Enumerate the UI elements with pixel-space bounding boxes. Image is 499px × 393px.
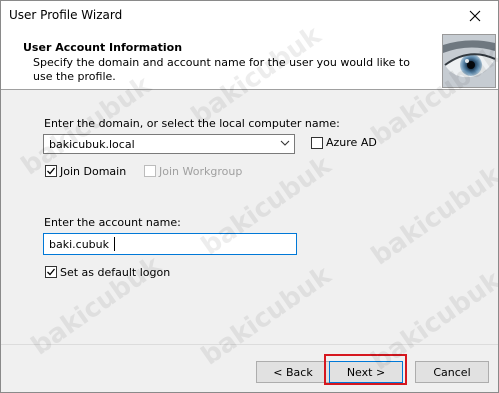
text-caret (114, 237, 115, 251)
next-button-highlight (324, 354, 407, 385)
cancel-button[interactable]: Cancel (415, 361, 489, 383)
domain-label: Enter the domain, or select the local co… (44, 117, 340, 130)
join-domain-checkbox[interactable] (45, 165, 57, 177)
close-button[interactable] (452, 1, 498, 31)
join-workgroup-label: Join Workgroup (159, 165, 243, 178)
domain-combobox[interactable]: bakicubuk.local (43, 134, 295, 154)
azure-ad-checkbox[interactable] (311, 137, 323, 149)
eye-banner-image (442, 34, 496, 88)
azure-ad-label: Azure AD (326, 136, 377, 149)
wizard-header: User Account Information Specify the dom… (1, 31, 498, 90)
back-button[interactable]: < Back (256, 361, 330, 383)
page-title: User Account Information (23, 41, 183, 54)
default-logon-checkbox[interactable] (45, 266, 57, 278)
account-name-input[interactable]: baki.cubuk (43, 233, 297, 255)
checkmark-icon (47, 268, 56, 276)
page-description: Specify the domain and account name for … (33, 56, 410, 83)
account-name-value: baki.cubuk (49, 238, 109, 251)
chevron-down-icon (280, 140, 290, 146)
domain-value: bakicubuk.local (49, 138, 135, 151)
close-icon (469, 10, 481, 22)
join-domain-label: Join Domain (60, 165, 127, 178)
window-title: User Profile Wizard (9, 8, 123, 22)
title-bar: User Profile Wizard (1, 1, 498, 31)
wizard-window: User Profile Wizard User Account Informa… (0, 0, 499, 393)
join-workgroup-checkbox[interactable] (144, 165, 156, 177)
checkmark-icon (47, 167, 56, 175)
default-logon-label: Set as default logon (60, 266, 171, 279)
account-label: Enter the account name: (44, 216, 181, 229)
